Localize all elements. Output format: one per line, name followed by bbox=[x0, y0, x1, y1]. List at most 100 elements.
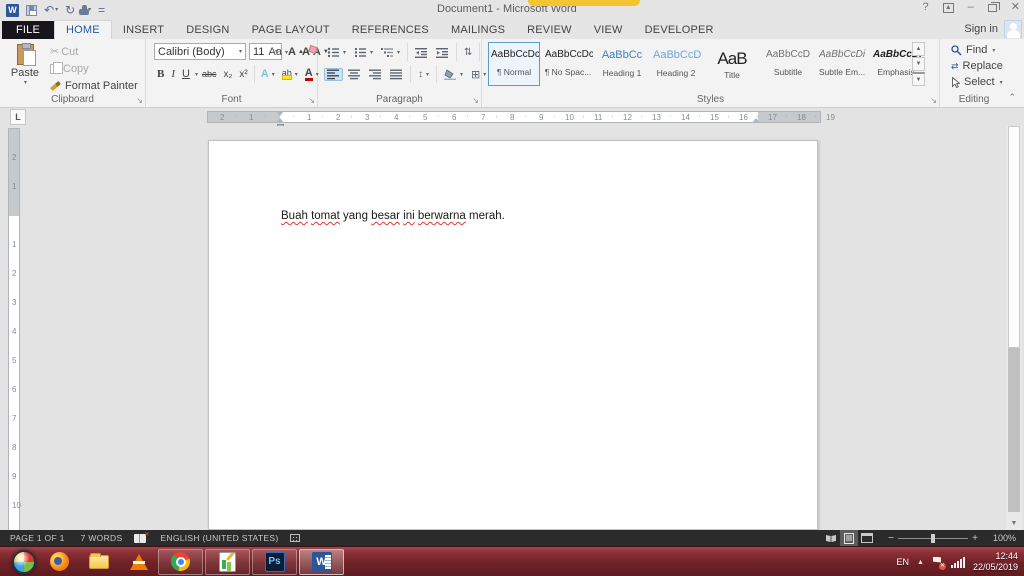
style-title[interactable]: AaBTitle bbox=[704, 42, 760, 86]
underline-button[interactable]: U bbox=[179, 67, 193, 81]
align-center-button[interactable] bbox=[345, 68, 364, 81]
sign-in-link[interactable]: Sign in bbox=[964, 23, 998, 35]
first-line-indent-marker[interactable] bbox=[276, 111, 284, 116]
tab-review[interactable]: REVIEW bbox=[516, 21, 583, 39]
page-indicator[interactable]: PAGE 1 OF 1 bbox=[10, 533, 65, 543]
taskbar-word-button[interactable]: W bbox=[299, 549, 344, 575]
collapse-ribbon-button[interactable]: ⌃ bbox=[1008, 92, 1016, 103]
taskbar-explorer-icon[interactable] bbox=[82, 549, 116, 575]
underline-dropdown[interactable]: ▾ bbox=[195, 71, 198, 78]
word-count[interactable]: 7 WORDS bbox=[81, 533, 123, 543]
tab-references[interactable]: REFERENCES bbox=[341, 21, 440, 39]
shading-button[interactable]: ▾ bbox=[441, 68, 466, 81]
vertical-scrollbar[interactable]: ▲ ▼ bbox=[1006, 126, 1022, 530]
zoom-in-button[interactable]: + bbox=[968, 533, 982, 544]
scrollbar-thumb[interactable] bbox=[1008, 126, 1020, 348]
help-button[interactable]: ? bbox=[923, 2, 929, 13]
macro-recording-icon[interactable] bbox=[290, 534, 300, 542]
tab-design[interactable]: DESIGN bbox=[175, 21, 240, 39]
save-button[interactable] bbox=[26, 5, 37, 16]
increase-indent-button[interactable] bbox=[433, 46, 452, 59]
customize-qat-button[interactable]: = bbox=[98, 4, 104, 16]
copy-button[interactable]: Copy bbox=[47, 62, 141, 76]
style-subtitle[interactable]: AaBbCcDSubtitle bbox=[762, 42, 814, 86]
decrease-indent-button[interactable] bbox=[412, 46, 431, 59]
subscript-button[interactable]: x₂ bbox=[221, 68, 236, 81]
proofing-errors-icon[interactable] bbox=[134, 534, 146, 543]
action-center-flag-icon[interactable] bbox=[932, 557, 943, 568]
text-effects-button[interactable]: A▾ bbox=[258, 67, 278, 81]
undo-button[interactable]: ↶▾ bbox=[44, 4, 58, 16]
tab-home[interactable]: HOME bbox=[54, 20, 112, 39]
find-button[interactable]: Find▾ bbox=[948, 43, 1006, 57]
tab-stop-selector[interactable]: L bbox=[10, 109, 26, 125]
scrollbar-down-arrow[interactable]: ▼ bbox=[1006, 516, 1022, 530]
web-layout-button[interactable] bbox=[858, 530, 876, 546]
start-button[interactable] bbox=[12, 550, 36, 574]
clipboard-dialog-launcher[interactable]: ↘ bbox=[136, 97, 143, 105]
font-name-combo[interactable]: Calibri (Body)▾ bbox=[154, 43, 246, 60]
justify-button[interactable] bbox=[387, 68, 406, 81]
taskbar-firefox-icon[interactable] bbox=[42, 549, 76, 575]
style-subtle-emphasis[interactable]: AaBbCcDiSubtle Em... bbox=[816, 42, 868, 86]
tab-page-layout[interactable]: PAGE LAYOUT bbox=[241, 21, 341, 39]
cut-button[interactable]: ✂Cut bbox=[47, 44, 141, 59]
zoom-slider[interactable] bbox=[898, 538, 968, 539]
paste-button[interactable]: Paste ▾ bbox=[6, 42, 44, 102]
font-dialog-launcher[interactable]: ↘ bbox=[308, 97, 315, 105]
style-heading-1[interactable]: AaBbCcHeading 1 bbox=[596, 42, 648, 86]
tab-view[interactable]: VIEW bbox=[583, 21, 634, 39]
tab-developer[interactable]: DEVELOPER bbox=[634, 21, 725, 39]
bullets-button[interactable]: ▾ bbox=[324, 46, 349, 59]
superscript-button[interactable]: x² bbox=[236, 68, 250, 81]
taskbar-photoshop-button[interactable]: Ps bbox=[252, 549, 297, 575]
change-case-button[interactable]: Aa▾ bbox=[266, 45, 291, 59]
zoom-out-button[interactable]: − bbox=[884, 533, 898, 544]
read-mode-button[interactable] bbox=[822, 530, 840, 546]
styles-gallery-more-button[interactable]: ▼ bbox=[912, 72, 925, 86]
close-button[interactable]: ✕ bbox=[1011, 2, 1020, 13]
styles-scroll-down-button[interactable]: ▼ bbox=[912, 57, 925, 71]
replace-button[interactable]: ⇄Replace bbox=[948, 59, 1006, 73]
vertical-ruler[interactable]: 1212345678910 bbox=[8, 128, 20, 530]
language-tray-indicator[interactable]: EN bbox=[897, 557, 910, 567]
align-right-button[interactable] bbox=[366, 68, 385, 81]
strikethrough-button[interactable]: abc bbox=[199, 68, 220, 80]
document-text[interactable]: Buah tomat yang besar ini berwarna merah… bbox=[281, 210, 505, 222]
style-heading-2[interactable]: AaBbCcDHeading 2 bbox=[650, 42, 702, 86]
style-normal[interactable]: AaBbCcDc¶ Normal bbox=[488, 42, 540, 86]
network-icon[interactable] bbox=[951, 557, 965, 568]
tab-file[interactable]: FILE bbox=[2, 21, 54, 39]
format-painter-button[interactable]: Format Painter bbox=[47, 79, 141, 93]
styles-dialog-launcher[interactable]: ↘ bbox=[930, 97, 937, 105]
tab-insert[interactable]: INSERT bbox=[112, 21, 175, 39]
clock[interactable]: 12:44 22/05/2019 bbox=[973, 551, 1018, 573]
align-left-button[interactable] bbox=[324, 68, 343, 81]
styles-scroll-up-button[interactable]: ▲ bbox=[912, 42, 925, 56]
taskbar-vlc-icon[interactable] bbox=[122, 549, 156, 575]
line-spacing-button[interactable]: ↕▾ bbox=[415, 68, 432, 81]
tab-mailings[interactable]: MAILINGS bbox=[440, 21, 516, 39]
word-logo-icon[interactable]: W bbox=[6, 4, 19, 17]
italic-button[interactable]: I bbox=[168, 67, 178, 81]
redo-button[interactable]: ↻ bbox=[65, 4, 75, 16]
show-hidden-icons-button[interactable]: ▲ bbox=[917, 559, 924, 566]
restore-button[interactable] bbox=[988, 4, 997, 12]
touch-mode-button[interactable]: ▾ bbox=[82, 5, 91, 15]
taskbar-chrome-button[interactable] bbox=[158, 549, 203, 575]
zoom-level[interactable]: 100% bbox=[982, 533, 1016, 543]
paste-dropdown[interactable]: ▾ bbox=[8, 79, 43, 86]
sort-button[interactable]: ⇅ bbox=[461, 46, 475, 59]
numbering-button[interactable]: ▾ bbox=[351, 46, 376, 59]
taskbar-chart-app-button[interactable] bbox=[205, 549, 250, 575]
highlight-button[interactable]: ab▾ bbox=[279, 67, 301, 81]
horizontal-ruler[interactable]: 1234567891011121314151617181912·········… bbox=[207, 111, 821, 123]
print-layout-button[interactable] bbox=[840, 530, 858, 546]
ribbon-display-options-button[interactable]: ▲ bbox=[943, 3, 954, 13]
zoom-slider-thumb[interactable] bbox=[931, 534, 935, 543]
style-no-spacing[interactable]: AaBbCcDc¶ No Spac... bbox=[542, 42, 594, 86]
avatar[interactable] bbox=[1004, 20, 1022, 38]
multilevel-list-button[interactable]: ▾ bbox=[378, 46, 403, 59]
minimize-button[interactable]: – bbox=[968, 2, 974, 13]
language-indicator[interactable]: ENGLISH (UNITED STATES) bbox=[160, 533, 278, 543]
